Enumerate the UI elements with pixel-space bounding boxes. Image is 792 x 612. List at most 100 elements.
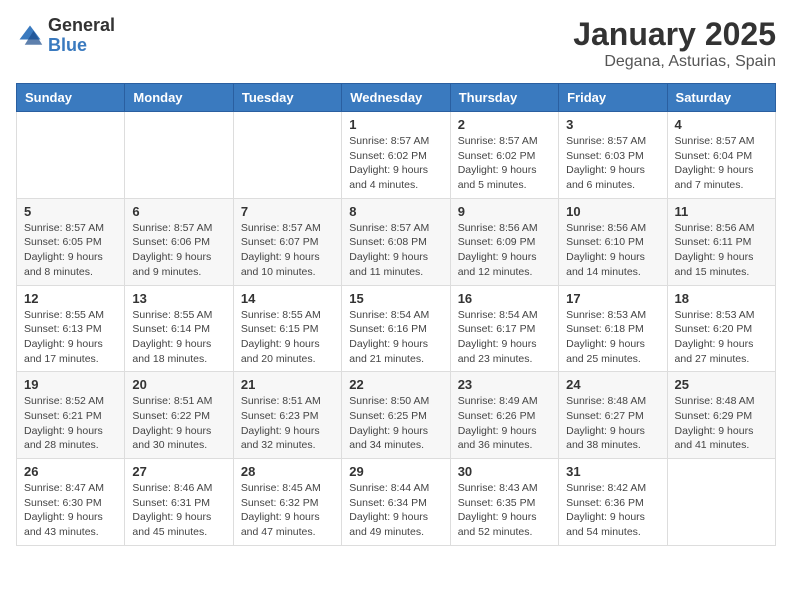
day-info: Sunrise: 8:43 AM Sunset: 6:35 PM Dayligh… xyxy=(458,481,551,540)
day-number: 31 xyxy=(566,464,659,479)
day-number: 21 xyxy=(241,377,334,392)
day-number: 13 xyxy=(132,291,225,306)
day-info: Sunrise: 8:48 AM Sunset: 6:27 PM Dayligh… xyxy=(566,394,659,453)
day-info: Sunrise: 8:57 AM Sunset: 6:05 PM Dayligh… xyxy=(24,221,117,280)
location: Degana, Asturias, Spain xyxy=(573,53,776,71)
calendar-cell: 1 Sunrise: 8:57 AM Sunset: 6:02 PM Daylig… xyxy=(342,112,450,199)
logo-text: General Blue xyxy=(48,16,115,56)
calendar-cell: 14 Sunrise: 8:55 AM Sunset: 6:15 PM Dayli… xyxy=(233,285,341,372)
calendar-cell: 11 Sunrise: 8:56 AM Sunset: 6:11 PM Dayli… xyxy=(667,198,775,285)
day-number: 23 xyxy=(458,377,551,392)
calendar-cell: 16 Sunrise: 8:54 AM Sunset: 6:17 PM Dayli… xyxy=(450,285,558,372)
day-info: Sunrise: 8:52 AM Sunset: 6:21 PM Dayligh… xyxy=(24,394,117,453)
calendar-cell: 4 Sunrise: 8:57 AM Sunset: 6:04 PM Daylig… xyxy=(667,112,775,199)
calendar-cell: 15Sunrise: 8:54 AM Sunset: 6:16 PM Dayli… xyxy=(342,285,450,372)
calendar-cell: 27 Sunrise: 8:46 AM Sunset: 6:31 PM Dayli… xyxy=(125,459,233,546)
calendar-cell: 26 Sunrise: 8:47 AM Sunset: 6:30 PM Dayli… xyxy=(17,459,125,546)
day-info: Sunrise: 8:53 AM Sunset: 6:18 PM Dayligh… xyxy=(566,308,659,367)
day-info: Sunrise: 8:53 AM Sunset: 6:20 PM Dayligh… xyxy=(675,308,768,367)
day-info: Sunrise: 8:42 AM Sunset: 6:36 PM Dayligh… xyxy=(566,481,659,540)
day-info: Sunrise: 8:57 AM Sunset: 6:03 PM Dayligh… xyxy=(566,134,659,193)
day-info: Sunrise: 8:57 AM Sunset: 6:02 PM Dayligh… xyxy=(349,134,442,193)
calendar-cell: 6 Sunrise: 8:57 AM Sunset: 6:06 PM Daylig… xyxy=(125,198,233,285)
day-info: Sunrise: 8:48 AM Sunset: 6:29 PM Dayligh… xyxy=(675,394,768,453)
calendar-cell: 21 Sunrise: 8:51 AM Sunset: 6:23 PM Dayli… xyxy=(233,372,341,459)
calendar-cell: 3 Sunrise: 8:57 AM Sunset: 6:03 PM Daylig… xyxy=(559,112,667,199)
calendar-cell: 8Sunrise: 8:57 AM Sunset: 6:08 PM Daylig… xyxy=(342,198,450,285)
page-header: General Blue January 2025 Degana, Asturi… xyxy=(16,16,776,71)
calendar-header-row: SundayMondayTuesdayWednesdayThursdayFrid… xyxy=(17,84,776,112)
day-number: 5 xyxy=(24,204,117,219)
day-number: 29 xyxy=(349,464,442,479)
day-number: 18 xyxy=(675,291,768,306)
weekday-header: Monday xyxy=(125,84,233,112)
day-info: Sunrise: 8:57 AM Sunset: 6:07 PM Dayligh… xyxy=(241,221,334,280)
day-number: 17 xyxy=(566,291,659,306)
day-info: Sunrise: 8:46 AM Sunset: 6:31 PM Dayligh… xyxy=(132,481,225,540)
calendar-week-row: 1 Sunrise: 8:57 AM Sunset: 6:02 PM Daylig… xyxy=(17,112,776,199)
title-block: January 2025 Degana, Asturias, Spain xyxy=(573,16,776,71)
day-number: 28 xyxy=(241,464,334,479)
calendar-week-row: 26 Sunrise: 8:47 AM Sunset: 6:30 PM Dayli… xyxy=(17,459,776,546)
day-info: Sunrise: 8:51 AM Sunset: 6:23 PM Dayligh… xyxy=(241,394,334,453)
calendar-cell: 30 Sunrise: 8:43 AM Sunset: 6:35 PM Dayli… xyxy=(450,459,558,546)
calendar-cell: 5 Sunrise: 8:57 AM Sunset: 6:05 PM Daylig… xyxy=(17,198,125,285)
day-info: Sunrise: 8:54 AM Sunset: 6:17 PM Dayligh… xyxy=(458,308,551,367)
calendar-cell: 24Sunrise: 8:48 AM Sunset: 6:27 PM Dayli… xyxy=(559,372,667,459)
day-number: 30 xyxy=(458,464,551,479)
weekday-header: Tuesday xyxy=(233,84,341,112)
calendar-table: SundayMondayTuesdayWednesdayThursdayFrid… xyxy=(16,83,776,546)
day-number: 20 xyxy=(132,377,225,392)
month-title: January 2025 xyxy=(573,16,776,53)
day-info: Sunrise: 8:44 AM Sunset: 6:34 PM Dayligh… xyxy=(349,481,442,540)
day-info: Sunrise: 8:56 AM Sunset: 6:11 PM Dayligh… xyxy=(675,221,768,280)
day-number: 14 xyxy=(241,291,334,306)
calendar-cell: 10Sunrise: 8:56 AM Sunset: 6:10 PM Dayli… xyxy=(559,198,667,285)
day-info: Sunrise: 8:56 AM Sunset: 6:10 PM Dayligh… xyxy=(566,221,659,280)
day-number: 6 xyxy=(132,204,225,219)
logo-general-text: General xyxy=(48,16,115,36)
calendar-cell: 13Sunrise: 8:55 AM Sunset: 6:14 PM Dayli… xyxy=(125,285,233,372)
weekday-header: Friday xyxy=(559,84,667,112)
calendar-cell: 2Sunrise: 8:57 AM Sunset: 6:02 PM Daylig… xyxy=(450,112,558,199)
calendar-cell xyxy=(667,459,775,546)
calendar-cell: 17 Sunrise: 8:53 AM Sunset: 6:18 PM Dayli… xyxy=(559,285,667,372)
calendar-cell: 23 Sunrise: 8:49 AM Sunset: 6:26 PM Dayli… xyxy=(450,372,558,459)
day-info: Sunrise: 8:57 AM Sunset: 6:02 PM Dayligh… xyxy=(458,134,551,193)
day-info: Sunrise: 8:55 AM Sunset: 6:15 PM Dayligh… xyxy=(241,308,334,367)
calendar-cell: 9Sunrise: 8:56 AM Sunset: 6:09 PM Daylig… xyxy=(450,198,558,285)
day-info: Sunrise: 8:49 AM Sunset: 6:26 PM Dayligh… xyxy=(458,394,551,453)
day-info: Sunrise: 8:57 AM Sunset: 6:04 PM Dayligh… xyxy=(675,134,768,193)
logo-icon xyxy=(16,22,44,50)
weekday-header: Wednesday xyxy=(342,84,450,112)
day-info: Sunrise: 8:50 AM Sunset: 6:25 PM Dayligh… xyxy=(349,394,442,453)
day-number: 16 xyxy=(458,291,551,306)
day-number: 19 xyxy=(24,377,117,392)
day-number: 26 xyxy=(24,464,117,479)
calendar-cell: 25 Sunrise: 8:48 AM Sunset: 6:29 PM Dayli… xyxy=(667,372,775,459)
calendar-cell: 19 Sunrise: 8:52 AM Sunset: 6:21 PM Dayli… xyxy=(17,372,125,459)
day-number: 1 xyxy=(349,117,442,132)
weekday-header: Thursday xyxy=(450,84,558,112)
day-number: 4 xyxy=(675,117,768,132)
day-info: Sunrise: 8:51 AM Sunset: 6:22 PM Dayligh… xyxy=(132,394,225,453)
calendar-cell xyxy=(233,112,341,199)
day-number: 8 xyxy=(349,204,442,219)
weekday-header: Sunday xyxy=(17,84,125,112)
day-info: Sunrise: 8:45 AM Sunset: 6:32 PM Dayligh… xyxy=(241,481,334,540)
weekday-header: Saturday xyxy=(667,84,775,112)
calendar-cell: 20 Sunrise: 8:51 AM Sunset: 6:22 PM Dayli… xyxy=(125,372,233,459)
logo: General Blue xyxy=(16,16,115,56)
day-number: 22 xyxy=(349,377,442,392)
day-info: Sunrise: 8:47 AM Sunset: 6:30 PM Dayligh… xyxy=(24,481,117,540)
day-number: 11 xyxy=(675,204,768,219)
day-info: Sunrise: 8:57 AM Sunset: 6:06 PM Dayligh… xyxy=(132,221,225,280)
day-number: 12 xyxy=(24,291,117,306)
calendar-cell: 7Sunrise: 8:57 AM Sunset: 6:07 PM Daylig… xyxy=(233,198,341,285)
calendar-cell xyxy=(125,112,233,199)
day-number: 3 xyxy=(566,117,659,132)
logo-blue-text: Blue xyxy=(48,36,115,56)
day-number: 27 xyxy=(132,464,225,479)
day-info: Sunrise: 8:55 AM Sunset: 6:13 PM Dayligh… xyxy=(24,308,117,367)
day-number: 25 xyxy=(675,377,768,392)
